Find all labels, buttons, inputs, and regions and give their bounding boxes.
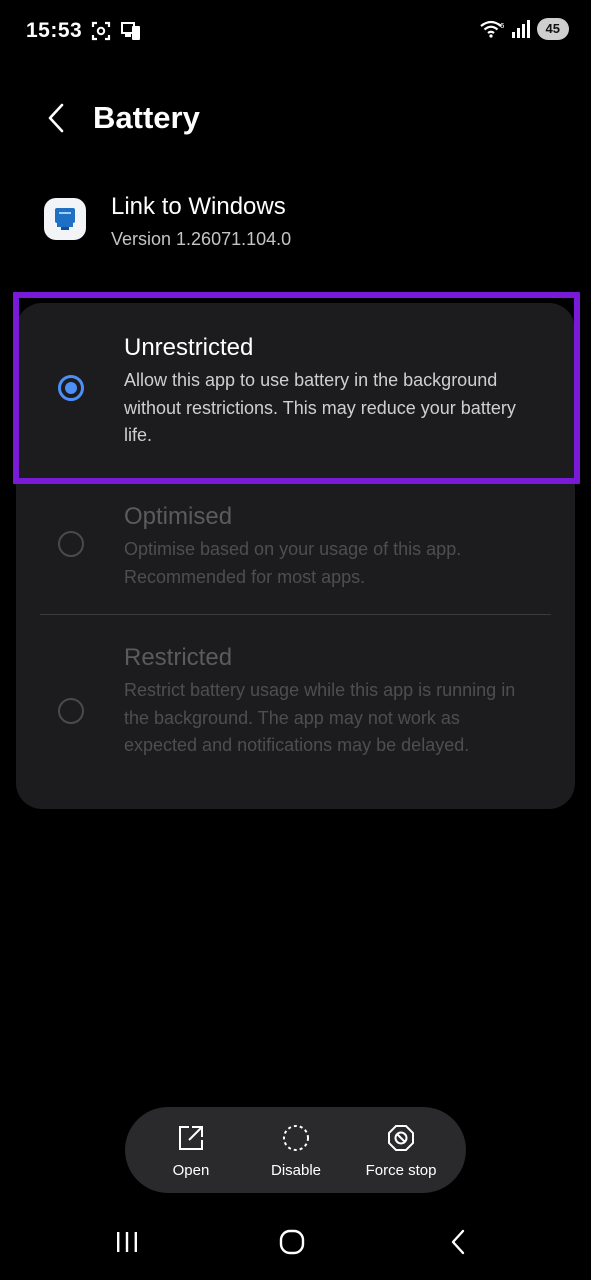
open-button[interactable]: Open xyxy=(141,1107,241,1193)
option-description: Restrict battery usage while this app is… xyxy=(124,680,516,755)
navigation-bar xyxy=(0,1212,591,1280)
status-icons-right: 6 45 xyxy=(479,18,569,40)
back-button[interactable] xyxy=(36,98,76,138)
home-button[interactable] xyxy=(272,1226,312,1258)
signal-icon xyxy=(511,20,530,38)
back-icon xyxy=(451,1229,465,1255)
option-title: Restricted xyxy=(124,644,233,671)
option-restricted[interactable]: Restricted Restrict battery usage while … xyxy=(16,615,575,809)
status-icons-left xyxy=(90,20,142,42)
status-time: 15:53 xyxy=(26,19,83,42)
disable-icon xyxy=(283,1125,309,1151)
status-bar: 15:53 6 45 xyxy=(0,0,591,64)
app-info: Link to Windows Version 1.26071.104.0 xyxy=(44,192,544,262)
radio-button[interactable] xyxy=(58,698,84,724)
option-title: Optimised xyxy=(124,503,233,530)
header: Battery xyxy=(0,90,591,150)
app-name: Link to Windows xyxy=(111,193,286,220)
highlight-box xyxy=(13,292,580,484)
option-optimised[interactable]: Optimised Optimise based on your usage o… xyxy=(16,473,575,613)
force-stop-button[interactable]: Force stop xyxy=(351,1107,451,1193)
stop-icon xyxy=(388,1125,414,1151)
battery-icon: 45 xyxy=(536,18,569,40)
screenshot-icon xyxy=(91,21,111,41)
app-version: Version 1.26071.104.0 xyxy=(111,229,292,249)
chevron-left-icon xyxy=(48,103,64,133)
svg-text:6: 6 xyxy=(500,22,505,30)
wifi-icon: 6 xyxy=(479,20,505,38)
disable-button[interactable]: Disable xyxy=(246,1107,346,1193)
recent-apps-icon xyxy=(117,1232,137,1252)
disable-label: Disable xyxy=(270,1162,322,1179)
option-description: Optimise based on your usage of this app… xyxy=(124,539,462,587)
page-title: Battery xyxy=(93,100,200,135)
app-icon xyxy=(44,198,86,240)
phone-link-icon xyxy=(121,22,140,40)
open-external-icon xyxy=(179,1126,203,1150)
home-icon xyxy=(279,1229,305,1255)
open-label: Open xyxy=(172,1162,210,1179)
radio-button[interactable] xyxy=(58,531,84,557)
nav-back-button[interactable] xyxy=(438,1226,478,1258)
app-action-bar: Open Disable Force stop xyxy=(125,1107,466,1193)
recent-apps-button[interactable] xyxy=(107,1226,147,1258)
force-stop-label: Force stop xyxy=(365,1162,437,1179)
link-to-windows-icon xyxy=(55,208,75,230)
